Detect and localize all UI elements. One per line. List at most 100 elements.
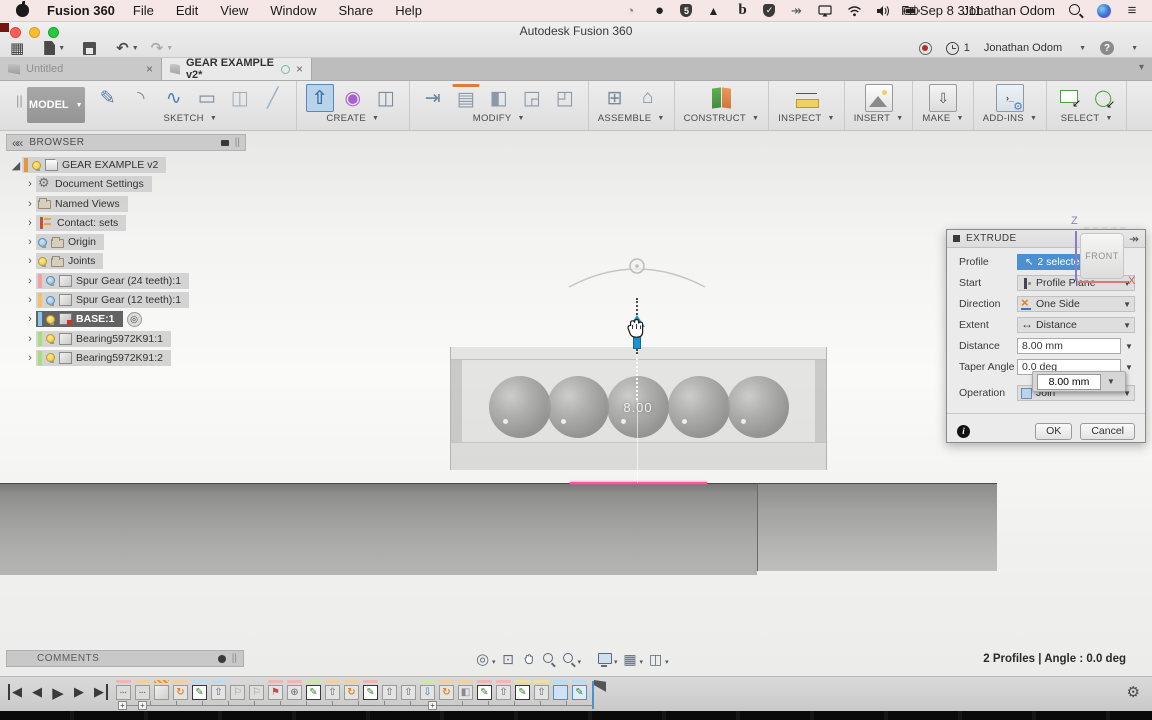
lookat-icon[interactable]: [500, 651, 517, 668]
extrude-dimension-value[interactable]: 8.00: [615, 400, 661, 415]
navbar-caret-icon[interactable]: ▾: [578, 658, 582, 666]
rigid-group-icon[interactable]: [634, 84, 662, 112]
chamfer-icon[interactable]: [551, 84, 579, 112]
lasso-select-icon[interactable]: [1089, 84, 1117, 112]
navbar-caret-icon[interactable]: ▾: [492, 658, 496, 666]
timeline-settings-gear-icon[interactable]: ⚙: [1127, 683, 1140, 701]
scripts-icon[interactable]: [996, 84, 1024, 112]
visibility-bulb-icon[interactable]: [38, 238, 47, 247]
pin-feature-icon[interactable]: [268, 685, 283, 700]
undo-icon[interactable]: [116, 40, 129, 56]
browser-dock-icon[interactable]: [221, 140, 229, 146]
help-caret[interactable]: ▼: [1131, 45, 1138, 52]
grid-icon[interactable]: [622, 651, 639, 668]
form-icon[interactable]: [339, 84, 367, 112]
document-tab-2[interactable]: GEAR EXAMPLE v2*×: [162, 58, 312, 80]
dimension-input-field[interactable]: 8.00 mm: [1037, 374, 1101, 390]
cube-feature-icon[interactable]: [154, 685, 169, 700]
save-icon[interactable]: [83, 42, 96, 55]
record-icon[interactable]: [919, 42, 932, 55]
browser-collapse-icon[interactable]: ««: [12, 136, 21, 150]
ribbon-group-label-modify[interactable]: MODIFY▼: [473, 113, 525, 124]
viewport-canvas[interactable]: 8.00 «« BROWSER || ◢GEAR EXAMPLE v2›Docu…: [0, 131, 1152, 676]
combine-feature-icon[interactable]: [458, 685, 473, 700]
browser-item-spur-gear-24-teeth-1[interactable]: ›Spur Gear (24 teeth):1: [6, 273, 246, 289]
expander-icon[interactable]: ›: [24, 236, 36, 248]
menu-window[interactable]: Window: [270, 3, 316, 18]
workspace-selector[interactable]: MODEL▼: [27, 87, 85, 123]
timeline-feature-extrude[interactable]: [325, 680, 342, 702]
browser-item-spur-gear-12-teeth-1[interactable]: ›Spur Gear (12 teeth):1: [6, 292, 246, 308]
browser-item-body[interactable]: Bearing5972K91:1: [36, 331, 171, 347]
visibility-bulb-icon[interactable]: [38, 257, 47, 266]
extrude-feature-icon[interactable]: [211, 685, 226, 700]
browser-item-body[interactable]: Spur Gear (24 teeth):1: [36, 273, 189, 289]
revolve-feature-icon[interactable]: [439, 685, 454, 700]
joint-icon[interactable]: [601, 84, 629, 112]
close-tab-icon[interactable]: ×: [146, 62, 153, 76]
sketch-mirror-icon[interactable]: [226, 84, 254, 112]
apple-icon[interactable]: [16, 4, 29, 17]
timeline-feature-sketch[interactable]: [515, 680, 532, 702]
timeline-group-expand-icon[interactable]: +: [118, 701, 127, 710]
timeline-feature-combine[interactable]: [458, 680, 475, 702]
navbar-caret-icon[interactable]: ▾: [640, 658, 644, 666]
expander-icon[interactable]: ›: [24, 294, 36, 306]
expander-icon[interactable]: ›: [24, 178, 36, 190]
ribbon-group-label-insert[interactable]: INSERT▼: [854, 113, 904, 124]
file-menu-caret[interactable]: ▼: [58, 45, 65, 52]
measure-icon[interactable]: [792, 84, 820, 112]
visibility-bulb-icon[interactable]: [46, 315, 55, 324]
comments-panel[interactable]: COMMENTS ||: [6, 650, 244, 667]
orbit-icon[interactable]: [474, 651, 491, 668]
timeline-feature-sketch[interactable]: [306, 680, 323, 702]
navbar-caret-icon[interactable]: ▾: [665, 658, 669, 666]
stamp-feature-icon[interactable]: [287, 685, 302, 700]
ribbon-group-label-inspect[interactable]: INSPECT▼: [778, 113, 835, 124]
visibility-bulb-icon[interactable]: [46, 334, 55, 343]
sketch-fillet-icon[interactable]: [127, 84, 155, 112]
app-grid-icon[interactable]: [10, 40, 24, 56]
ground-target-icon[interactable]: [127, 312, 142, 327]
shieldcheck-icon[interactable]: ✓: [763, 4, 775, 17]
timeline-feature-group[interactable]: [135, 680, 152, 702]
skip-end-icon[interactable]: ▶: [92, 684, 108, 700]
ok-button[interactable]: OK: [1035, 423, 1072, 440]
timeline-group-expand-icon[interactable]: +: [138, 701, 147, 710]
close-tab-icon[interactable]: ×: [296, 62, 303, 76]
browser-item-body[interactable]: GEAR EXAMPLE v2: [22, 157, 166, 173]
sketch-feature-icon[interactable]: [306, 685, 321, 700]
shield5-icon[interactable]: 5: [680, 4, 692, 17]
menu-file[interactable]: File: [133, 3, 154, 18]
fit-icon[interactable]: [560, 651, 577, 668]
browser-item-body[interactable]: Origin: [36, 234, 104, 250]
dialog-dock-icon[interactable]: [953, 235, 960, 242]
skip-start-icon[interactable]: ◀: [8, 684, 24, 700]
volume-icon[interactable]: [875, 3, 891, 19]
fillet-icon[interactable]: [518, 84, 546, 112]
ribbon-group-label-assemble[interactable]: ASSEMBLE▼: [598, 113, 665, 124]
ribbon-group-label-create[interactable]: CREATE▼: [326, 113, 379, 124]
expander-icon[interactable]: ›: [24, 255, 36, 267]
browser-item-body[interactable]: Named Views: [36, 196, 128, 212]
extrude-feature-icon[interactable]: [325, 685, 340, 700]
timeline-feature-cube-sel[interactable]: [553, 680, 570, 702]
spline-icon[interactable]: [160, 84, 188, 112]
slot-icon[interactable]: [193, 84, 221, 112]
timeline-playhead-flag[interactable]: [594, 680, 606, 692]
distance-input[interactable]: 8.00 mm: [1017, 338, 1121, 354]
browser-item-body[interactable]: BASE:1: [36, 311, 123, 327]
timeline-feature-revolve[interactable]: [439, 680, 456, 702]
cancel-button[interactable]: Cancel: [1080, 423, 1135, 440]
sketch-feature-icon[interactable]: [515, 685, 530, 700]
job-status-icon[interactable]: [946, 42, 959, 55]
sketch-feature-icon[interactable]: [363, 685, 378, 700]
input-caret-icon[interactable]: ▼: [1125, 342, 1133, 351]
ribbon-drag-handle[interactable]: ||: [16, 93, 23, 108]
bearing-ball[interactable]: [727, 376, 789, 438]
browser-header[interactable]: «« BROWSER ||: [6, 134, 246, 151]
sync-icon[interactable]: [788, 3, 804, 19]
browser-item-body[interactable]: Spur Gear (12 teeth):1: [36, 292, 189, 308]
active-app-name[interactable]: Fusion 360: [47, 3, 115, 18]
trim-icon[interactable]: [259, 84, 287, 112]
